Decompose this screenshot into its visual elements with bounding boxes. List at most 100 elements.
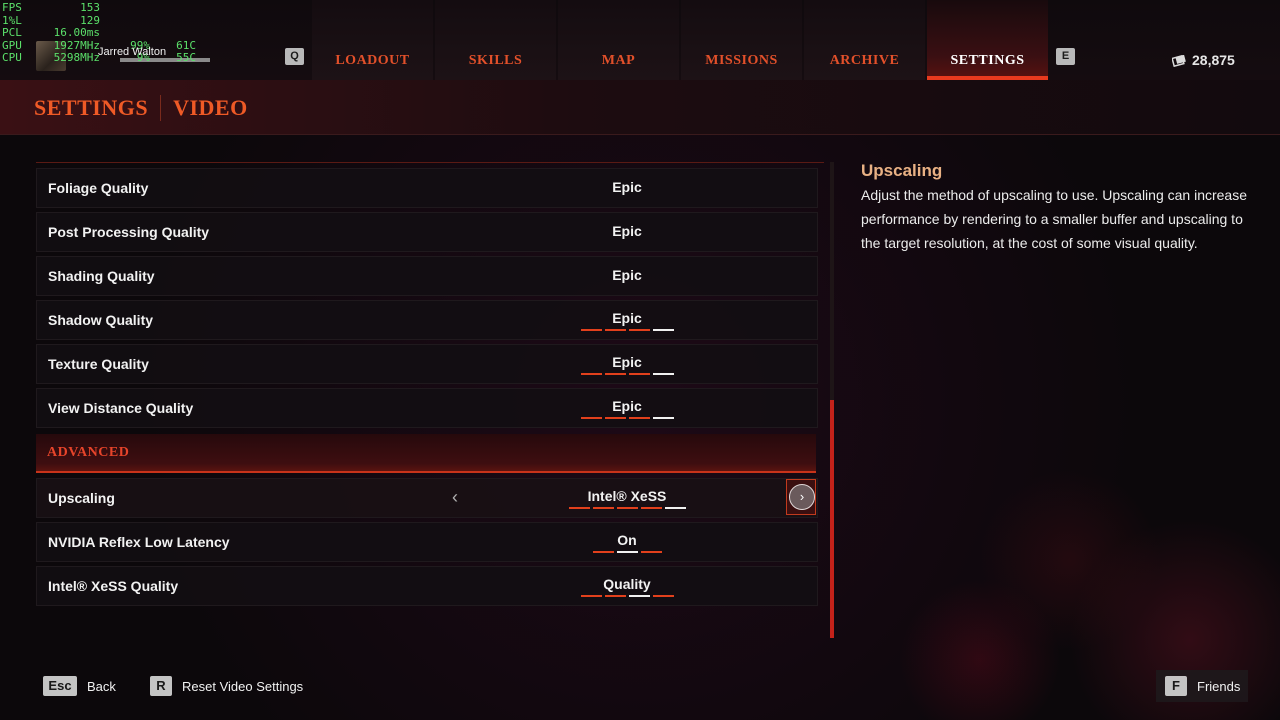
- level-tick: [652, 417, 674, 419]
- setting-label: View Distance Quality: [48, 400, 194, 416]
- back-label: Back: [87, 678, 116, 694]
- description-title: Upscaling: [861, 161, 943, 180]
- section-label: ADVANCED: [47, 445, 130, 460]
- setting-value: Epic: [612, 398, 642, 414]
- overlay-v: 153: [80, 1, 100, 14]
- tab-settings[interactable]: SETTINGS: [927, 0, 1048, 80]
- scrollbar-thumb[interactable]: [830, 400, 834, 638]
- level-tick: [616, 551, 638, 553]
- section-header-advanced: ADVANCED: [36, 434, 816, 473]
- level-tick: [604, 329, 626, 331]
- value-level-indicator: [592, 551, 662, 553]
- setting-value: Epic: [612, 223, 642, 239]
- level-tick: [580, 373, 602, 375]
- value-level-indicator: [580, 373, 674, 375]
- overlay-v2: [100, 27, 150, 40]
- setting-row-shading-quality[interactable]: Shading Quality Epic: [36, 256, 818, 296]
- level-tick: [640, 507, 662, 509]
- setting-label: Intel® XeSS Quality: [48, 578, 179, 594]
- player-name: Jarred Walton: [98, 46, 167, 58]
- overlay-v2: [100, 2, 150, 15]
- setting-row-intel-xess-quality[interactable]: Intel® XeSS Quality Quality: [36, 566, 818, 606]
- r-key-icon: R: [150, 676, 172, 696]
- currency-icon: [1171, 54, 1186, 68]
- description-body: Adjust the method of upscaling to use. U…: [861, 187, 1248, 251]
- level-tick: [652, 595, 674, 597]
- setting-row-view-distance-quality[interactable]: View Distance Quality Epic: [36, 388, 818, 428]
- overlay-v: 5298MHz: [53, 51, 100, 64]
- back-button[interactable]: Esc Back: [43, 676, 116, 696]
- breadcrumb-separator: [160, 95, 162, 121]
- level-tick: [616, 507, 638, 509]
- overlay-k: FPS: [2, 1, 22, 14]
- setting-value: Intel® XeSS: [587, 488, 667, 504]
- setting-label: NVIDIA Reflex Low Latency: [48, 534, 230, 550]
- tab-skills[interactable]: SKILLS: [435, 0, 556, 80]
- overlay-v3: [150, 27, 196, 40]
- level-tick: [652, 373, 674, 375]
- esc-key-icon: Esc: [43, 676, 77, 696]
- setting-row-nvidia-reflex-low-latency[interactable]: NVIDIA Reflex Low Latency On: [36, 522, 818, 562]
- setting-value: On: [617, 532, 637, 548]
- level-tick: [568, 507, 590, 509]
- overlay-v3: [150, 2, 196, 15]
- setting-value: Epic: [612, 310, 642, 326]
- overlay-k: PCL: [2, 26, 22, 39]
- tab-missions[interactable]: MISSIONS: [681, 0, 802, 80]
- tab-archive[interactable]: ARCHIVE: [804, 0, 925, 80]
- page-title: SETTINGS VIDEO: [34, 95, 248, 121]
- overlay-v3: [150, 15, 196, 28]
- setting-label: Shading Quality: [48, 268, 155, 284]
- setting-row-texture-quality[interactable]: Texture Quality Epic: [36, 344, 818, 384]
- tab-map[interactable]: MAP: [558, 0, 679, 80]
- value-level-indicator: [580, 595, 674, 597]
- level-tick: [604, 595, 626, 597]
- chevron-right-icon: ›: [789, 484, 815, 510]
- reset-label: Reset Video Settings: [182, 678, 304, 694]
- overlay-row: FPS 153: [2, 1, 196, 15]
- value-level-indicator: [580, 329, 674, 331]
- tab-loadout[interactable]: LOADOUT: [312, 0, 433, 80]
- setting-row-upscaling[interactable]: Upscaling Intel® XeSS ‹ ›: [36, 478, 818, 518]
- setting-row-post-processing-quality[interactable]: Post Processing Quality Epic: [36, 212, 818, 252]
- level-tick: [628, 373, 650, 375]
- setting-value: Quality: [603, 576, 651, 592]
- setting-value: Epic: [612, 267, 642, 283]
- level-tick: [628, 595, 650, 597]
- level-tick: [580, 595, 602, 597]
- breadcrumb-settings[interactable]: SETTINGS: [34, 95, 148, 121]
- overlay-k: CPU: [2, 51, 22, 64]
- prev-tab-key-hint[interactable]: Q: [285, 48, 304, 65]
- next-tab-key-hint[interactable]: E: [1056, 48, 1075, 65]
- setting-row-foliage-quality[interactable]: Foliage Quality Epic: [36, 168, 818, 208]
- currency-display: 28,875: [1171, 52, 1235, 68]
- setting-label: Upscaling: [48, 490, 115, 506]
- level-tick: [640, 551, 662, 553]
- value-level-indicator: [568, 507, 686, 509]
- next-option-button[interactable]: ›: [786, 479, 816, 515]
- f-key-icon: F: [1165, 676, 1187, 696]
- friends-label: Friends: [1197, 678, 1241, 694]
- setting-value: Epic: [612, 354, 642, 370]
- level-tick: [628, 329, 650, 331]
- level-tick: [604, 417, 626, 419]
- level-tick: [592, 507, 614, 509]
- reset-video-settings-button[interactable]: R Reset Video Settings: [150, 676, 303, 696]
- setting-label: Foliage Quality: [48, 180, 149, 196]
- settings-scrollbar[interactable]: [830, 162, 834, 638]
- list-top-divider: [36, 162, 824, 163]
- breadcrumb-video: VIDEO: [173, 95, 248, 120]
- overlay-row: PCL 16.00ms: [2, 26, 196, 40]
- setting-row-shadow-quality[interactable]: Shadow Quality Epic: [36, 300, 818, 340]
- overlay-v2: [100, 15, 150, 28]
- level-tick: [580, 329, 602, 331]
- previous-option-icon[interactable]: ‹: [445, 487, 465, 507]
- overlay-v: 16.00ms: [53, 26, 100, 39]
- level-tick: [652, 329, 674, 331]
- friends-button[interactable]: F Friends: [1165, 676, 1240, 696]
- level-tick: [592, 551, 614, 553]
- main-nav-tabs: LOADOUT SKILLS MAP MISSIONS ARCHIVE SETTINGS: [312, 0, 1050, 80]
- level-tick: [664, 507, 686, 509]
- level-tick: [580, 417, 602, 419]
- setting-label: Texture Quality: [48, 356, 149, 372]
